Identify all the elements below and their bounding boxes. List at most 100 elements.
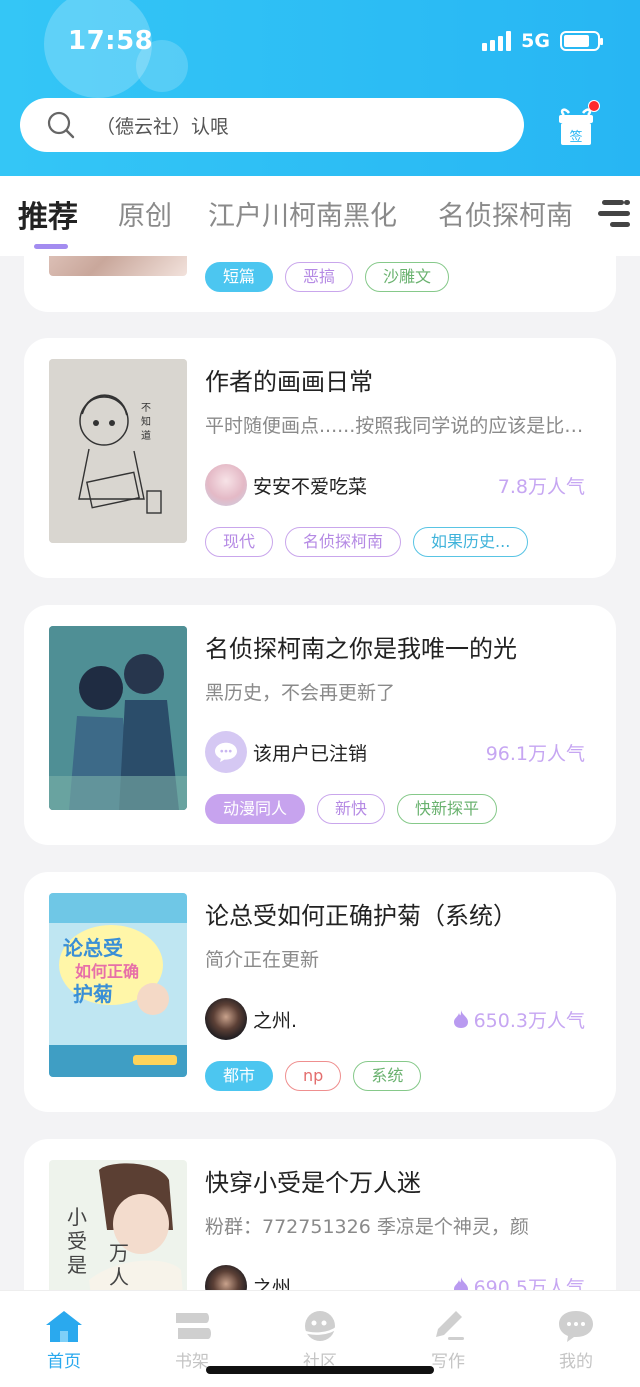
- chat-bubble-icon: [556, 1309, 596, 1343]
- tab-detective-conan[interactable]: 名侦探柯南: [438, 194, 573, 233]
- book-title: 论总受如何正确护菊（系统）: [205, 902, 517, 930]
- nav-write[interactable]: 写作: [408, 1309, 488, 1372]
- tag[interactable]: 恶搞: [285, 262, 354, 292]
- book-intro: 黑历史，不会再更新了: [205, 682, 396, 704]
- category-tabs: 推荐 原创 江户川柯南黑化 名侦探柯南: [0, 176, 640, 256]
- bookshelf-icon: [172, 1309, 212, 1343]
- menu-icon[interactable]: [598, 198, 632, 230]
- flame-icon: [453, 1277, 468, 1290]
- popularity: 7.8万人气: [498, 472, 585, 499]
- avatar[interactable]: [205, 1265, 247, 1290]
- home-icon: [44, 1309, 84, 1343]
- tag-list: 短篇 恶搞 沙雕文: [205, 262, 450, 292]
- book-title: 作者的画画日常: [205, 368, 373, 396]
- avatar[interactable]: [205, 464, 247, 506]
- popularity-count: 7.8万人气: [497, 475, 585, 498]
- author-row: 安安不爱吃菜 7.8万人气: [205, 464, 585, 506]
- book-title: 名侦探柯南之你是我唯一的光: [205, 635, 517, 663]
- book-feed: 短篇 恶搞 沙雕文 不 知 道 作者的画画日常 平时随便画点......按照我同…: [0, 256, 640, 1290]
- author-name[interactable]: 之州.: [253, 1006, 297, 1033]
- book-card[interactable]: 论总受 如何正确 护菊 论总受如何正确护菊（系统） 简介正在更新 之州. 650…: [24, 872, 616, 1112]
- svg-text:是: 是: [67, 1253, 87, 1277]
- pen-icon: [428, 1309, 468, 1343]
- tag[interactable]: 现代: [205, 527, 274, 557]
- home-indicator: [206, 1366, 434, 1374]
- tag[interactable]: 短篇: [205, 262, 274, 292]
- search-query: （德云社）认哏: [96, 115, 230, 138]
- battery-icon: [560, 31, 603, 51]
- book-card[interactable]: 小 受 是 万 人 快穿小受是个万人迷 粉群：772751326 季凉是个神灵，…: [24, 1139, 616, 1290]
- sign-in-gift-button[interactable]: 签: [556, 100, 600, 148]
- flame-icon: [453, 1010, 468, 1028]
- book-card[interactable]: 短篇 恶搞 沙雕文: [24, 256, 616, 312]
- nav-community[interactable]: 社区: [280, 1309, 360, 1372]
- author-row: 之州. 650.3万人气: [205, 998, 585, 1040]
- tag-list: 动漫同人 新快 快新探平: [205, 794, 498, 824]
- anime-cover-art: [49, 626, 187, 810]
- book-cover: 论总受 如何正确 护菊: [49, 893, 187, 1077]
- network-type: 5G: [521, 30, 550, 52]
- tab-recommend[interactable]: 推荐: [18, 192, 78, 236]
- book-cover: [49, 256, 187, 276]
- nav-home[interactable]: 首页: [24, 1309, 104, 1372]
- popularity: 650.3万人气: [452, 1006, 585, 1033]
- book-intro: 平时随便画点......按照我同学说的应该是比较好看的吧: [205, 415, 595, 437]
- book-card[interactable]: 名侦探柯南之你是我唯一的光 黑历史，不会再更新了 该用户已注销 96.1万人气 …: [24, 605, 616, 845]
- illustrated-cover-art: 论总受 如何正确 护菊: [49, 893, 187, 1077]
- popularity: 96.1万人气: [486, 739, 585, 766]
- author-name[interactable]: 之州.: [253, 1273, 297, 1291]
- tab-conan-dark[interactable]: 江户川柯南黑化: [208, 194, 397, 233]
- svg-text:知: 知: [141, 415, 151, 428]
- nav-profile[interactable]: 我的: [536, 1309, 616, 1372]
- svg-text:论总受: 论总受: [63, 936, 123, 960]
- tag[interactable]: 快新探平: [397, 794, 498, 824]
- popularity-count: 96.1万人气: [485, 742, 585, 765]
- book-card[interactable]: 不 知 道 作者的画画日常 平时随便画点......按照我同学说的应该是比较好看…: [24, 338, 616, 578]
- tag[interactable]: 新快: [317, 794, 386, 824]
- notification-dot: [588, 100, 600, 112]
- svg-text:万: 万: [109, 1241, 129, 1265]
- book-cover: 不 知 道: [49, 359, 187, 543]
- tab-indicator: [34, 244, 68, 249]
- avatar[interactable]: [205, 731, 247, 773]
- svg-text:护菊: 护菊: [73, 982, 113, 1006]
- nav-label: 首页: [47, 1352, 81, 1372]
- svg-text:小: 小: [67, 1205, 87, 1229]
- tag-list: 都市 np 系统: [205, 1061, 422, 1091]
- tag-list: 现代 名侦探柯南 如果历史...: [205, 527, 529, 557]
- tag[interactable]: 都市: [205, 1061, 274, 1091]
- svg-text:道: 道: [141, 429, 151, 442]
- book-cover: [49, 626, 187, 810]
- svg-text:受: 受: [67, 1229, 87, 1253]
- book-intro: 粉群：772751326 季凉是个神灵，颜: [205, 1216, 529, 1238]
- status-indicators: 5G: [482, 30, 603, 52]
- popularity-count: 690.5万人气: [473, 1276, 585, 1291]
- header: 17:58 5G （德云社）认哏 签: [0, 0, 640, 176]
- nav-label: 我的: [559, 1352, 593, 1372]
- popularity: 690.5万人气: [452, 1273, 585, 1291]
- popularity-count: 650.3万人气: [473, 1009, 585, 1032]
- community-planet-icon: [300, 1309, 340, 1343]
- author-name[interactable]: 该用户已注销: [253, 739, 367, 766]
- tag[interactable]: np: [285, 1061, 342, 1091]
- avatar[interactable]: [205, 998, 247, 1040]
- status-time: 17:58: [68, 26, 154, 56]
- author-row: 之州. 690.5万人气: [205, 1265, 585, 1290]
- tab-original[interactable]: 原创: [118, 194, 172, 233]
- tag[interactable]: 名侦探柯南: [285, 527, 402, 557]
- tag[interactable]: 动漫同人: [205, 794, 306, 824]
- tag[interactable]: 系统: [353, 1061, 422, 1091]
- svg-text:人: 人: [109, 1265, 129, 1289]
- gift-label: 签: [569, 129, 582, 145]
- search-bar[interactable]: （德云社）认哏: [20, 98, 524, 152]
- book-intro: 简介正在更新: [205, 949, 320, 971]
- tag[interactable]: 沙雕文: [365, 262, 450, 292]
- nav-bookshelf[interactable]: 书架: [152, 1309, 232, 1372]
- author-name[interactable]: 安安不爱吃菜: [253, 472, 367, 499]
- tag[interactable]: 如果历史...: [413, 527, 529, 557]
- svg-text:如何正确: 如何正确: [75, 962, 139, 981]
- illustrated-cover-art: 小 受 是 万 人: [49, 1160, 187, 1290]
- author-row: 该用户已注销 96.1万人气: [205, 731, 585, 773]
- book-title: 快穿小受是个万人迷: [205, 1169, 421, 1197]
- signal-icon: [482, 31, 512, 51]
